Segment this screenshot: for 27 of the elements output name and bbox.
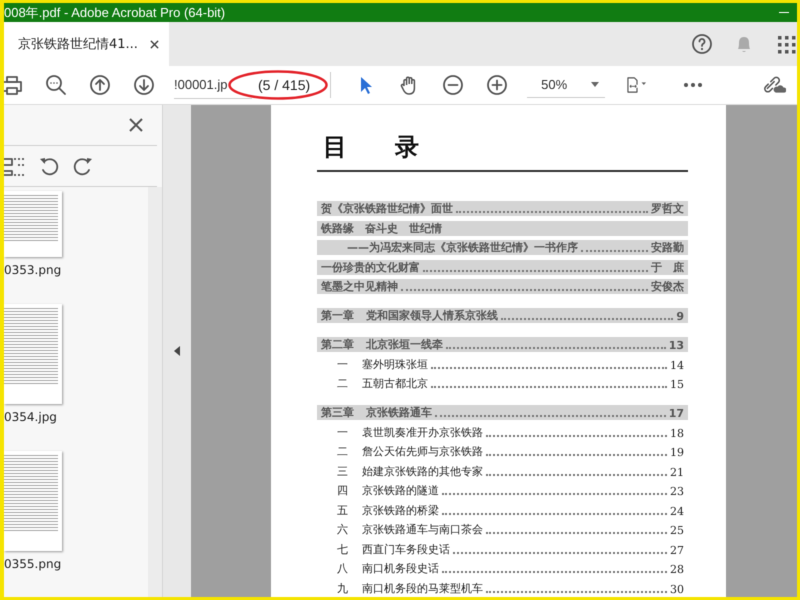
document-tab[interactable]: 京张铁路世纪情41...	[4, 22, 169, 66]
window-title: 008年.pdf - Adobe Acrobat Pro (64-bit)	[4, 4, 226, 22]
toc-entry[interactable]: 九 南口机务段的马莱型机车 30	[317, 580, 688, 596]
thumbnail-label: 0355.png	[4, 557, 62, 572]
toc-entry[interactable]: 七 西直门车务段史话 27	[317, 542, 688, 556]
toc-entry[interactable]: 贺《京张铁路世纪情》面世 罗哲文	[317, 201, 688, 216]
thumbnail-label: 0354.jpg	[4, 410, 58, 425]
toc-entry[interactable]: 五 京张铁路的桥梁 24	[317, 502, 688, 518]
toc-entry[interactable]: 二 五朝古都北京 15	[317, 376, 688, 391]
toc-entry[interactable]: 六 京张铁路通车与南口茶会 25	[317, 522, 688, 537]
toc-entry[interactable]: 第一章 党和国家领导人情系京张线 9	[317, 308, 688, 323]
toc-entry[interactable]: 二 詹公天佑先师与京张铁路 19	[317, 444, 688, 459]
toc-entry[interactable]: 八 南口机务段史话 28	[317, 561, 688, 576]
toc-entry[interactable]: 第二章 北京张垣一线牵 13	[317, 337, 688, 352]
toc-entry[interactable]: 四 京张铁路的隧道 23	[317, 483, 688, 498]
toc-entry[interactable]: 三 始建京张铁路的其他专家 21	[317, 464, 688, 478]
toc-entry[interactable]: 一份珍贵的文化财富 于 庶	[317, 260, 688, 274]
toc-entry[interactable]: 铁路缘 奋斗史 世纪情	[317, 220, 688, 236]
contents-heading: 目 录	[322, 132, 420, 163]
toc-entry[interactable]: ——为冯宏来同志《京张铁路世纪情》一书作序 安路勤	[317, 240, 688, 255]
thumbnail-label: 0353.png	[4, 263, 62, 278]
zoom-dropdown[interactable]: 50%	[527, 72, 606, 98]
toc-entry[interactable]: 第三章 京张铁路通车 17	[317, 405, 688, 420]
toc-entry[interactable]: 笔墨之中见精神 安俊杰	[317, 279, 688, 294]
page-count: (5 / 415)	[258, 77, 310, 93]
toc-entry[interactable]: 一 袁世凯奏准开办京张铁路 18	[317, 424, 688, 440]
toc-entry[interactable]: 一 塞外明珠张垣 14	[317, 356, 688, 372]
